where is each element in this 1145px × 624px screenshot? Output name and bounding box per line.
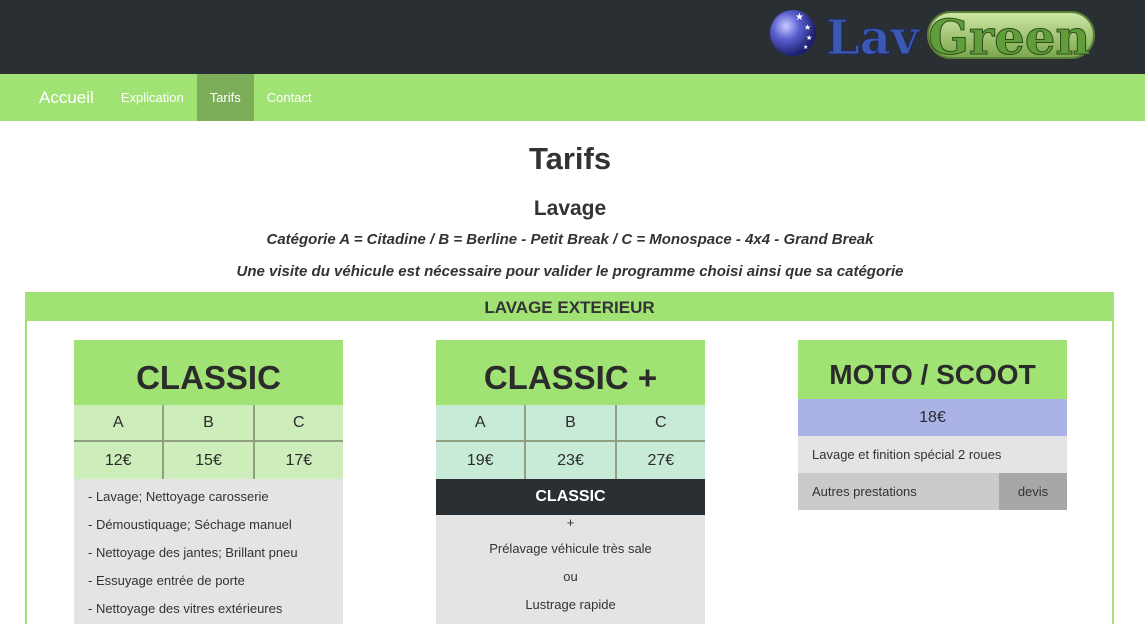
extra-item: Prélavage véhicule très sale: [489, 541, 652, 556]
category-note: Catégorie A = Citadine / B = Berline - P…: [266, 231, 874, 248]
moto-price: 18€: [798, 399, 1067, 436]
exterior-wash-panel: LAVAGE EXTERIEUR CLASSIC A B C 12€ 15€ 1…: [25, 292, 1114, 624]
feature-item: - Démoustiquage; Séchage manuel: [88, 517, 292, 532]
price-cell: 12€: [74, 442, 165, 479]
lavgreen-logo[interactable]: ★ ★ ★ ★ Lav Green: [768, 8, 1098, 64]
category-cell: A: [436, 405, 527, 440]
nav-home-link[interactable]: Accueil: [26, 74, 108, 121]
feature-item: - Essuyage entrée de porte: [88, 573, 245, 588]
svg-text:★: ★: [795, 12, 804, 23]
classic-plus-category-row: A B C: [436, 405, 705, 442]
svg-text:★: ★: [806, 34, 812, 42]
classic-card: CLASSIC A B C 12€ 15€ 17€ - Lavage; Nett…: [74, 340, 343, 624]
classic-feature-list: - Lavage; Nettoyage carosserie - Démoust…: [74, 479, 343, 624]
classic-category-row: A B C: [74, 405, 343, 442]
nav-item-tarifs[interactable]: Tarifs: [196, 74, 254, 121]
classic-plus-title: CLASSIC +: [436, 340, 705, 405]
category-cell: C: [254, 405, 343, 440]
classic-plus-card: CLASSIC + A B C 19€ 23€ 27€ CLASSIC + Pr…: [436, 340, 705, 624]
quote-label: devis: [999, 473, 1067, 510]
price-cell: 27€: [616, 442, 705, 479]
svg-text:★: ★: [804, 23, 811, 32]
main-nav: Accueil Explication Tarifs Contact: [0, 74, 1145, 121]
svg-text:Lav: Lav: [826, 10, 921, 64]
category-cell: B: [526, 405, 617, 440]
page-title: Tarifs: [528, 141, 612, 176]
price-cell: 23€: [526, 442, 617, 479]
feature-item: - Nettoyage des jantes; Brillant pneu: [88, 545, 298, 560]
visit-note: Une visite du véhicule est nécessaire po…: [236, 263, 904, 280]
category-cell: A: [74, 405, 165, 440]
plus-sign: +: [566, 515, 575, 530]
moto-scoot-card: MOTO / SCOOT 18€ Lavage et finition spéc…: [798, 340, 1067, 510]
moto-description: Lavage et finition spécial 2 roues: [798, 436, 1067, 473]
classic-plus-price-row: 19€ 23€ 27€: [436, 442, 705, 479]
price-cell: 19€: [436, 442, 527, 479]
category-cell: B: [164, 405, 255, 440]
other-services-label: Autres prestations: [798, 473, 999, 510]
feature-item: - Lavage; Nettoyage carosserie: [88, 489, 269, 504]
svg-text:Green: Green: [928, 10, 1090, 64]
main-content: Tarifs Lavage Catégorie A = Citadine / B…: [0, 121, 1145, 624]
site-header: ★ ★ ★ ★ Lav Green: [0, 0, 1145, 74]
classic-price-row: 12€ 15€ 17€: [74, 442, 343, 479]
svg-text:★: ★: [803, 44, 808, 51]
nav-item-contact[interactable]: Contact: [254, 74, 325, 121]
panel-title: LAVAGE EXTERIEUR: [27, 294, 1112, 321]
nav-item-explication[interactable]: Explication: [108, 74, 197, 121]
section-title: Lavage: [533, 197, 607, 220]
category-cell: C: [616, 405, 705, 440]
other-services-row: Autres prestations devis: [798, 473, 1067, 510]
or-separator: ou: [563, 569, 578, 584]
classic-base-bar: CLASSIC: [436, 479, 705, 515]
moto-scoot-title: MOTO / SCOOT: [798, 340, 1067, 399]
extra-item: Lustrage rapide: [525, 597, 616, 612]
classic-plus-extras: + Prélavage véhicule très sale ou Lustra…: [436, 515, 705, 624]
feature-item: - Nettoyage des vitres extérieures: [88, 601, 283, 616]
price-cell: 17€: [254, 442, 343, 479]
price-cell: 15€: [164, 442, 255, 479]
classic-title: CLASSIC: [74, 340, 343, 405]
